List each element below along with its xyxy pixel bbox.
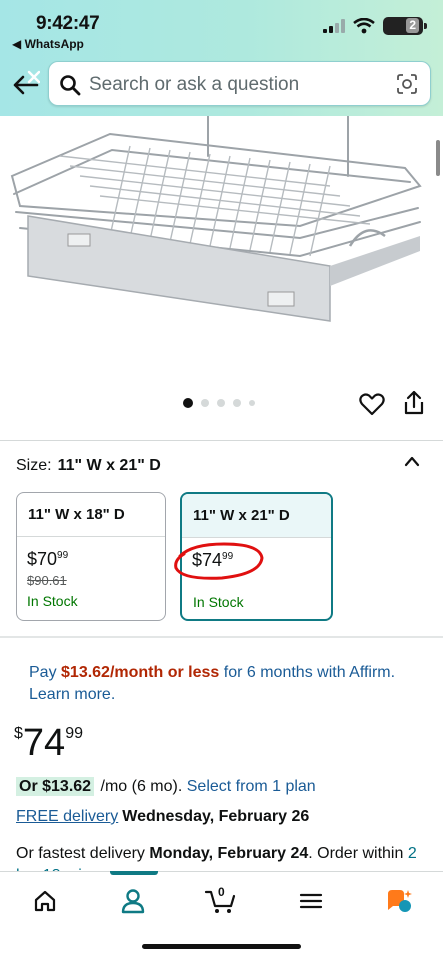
price-currency: $ <box>14 725 23 742</box>
size-option-price: $7099 <box>27 549 68 570</box>
size-selected-value: 11" W x 21" D <box>57 457 161 474</box>
size-option-name: 11" W x 21" D <box>182 494 331 538</box>
wire-basket-drawing <box>10 115 422 322</box>
camera-lens-icon[interactable] <box>396 73 418 95</box>
product-image[interactable] <box>0 115 443 391</box>
stock-status: In Stock <box>193 594 244 610</box>
back-to-whatsapp[interactable]: ◀ WhatsApp <box>12 37 84 51</box>
chevron-up-icon[interactable] <box>403 454 421 468</box>
share-icon[interactable] <box>401 389 427 417</box>
rufus-assistant-icon[interactable] <box>384 886 414 916</box>
price-fraction: 99 <box>57 550 69 561</box>
size-label: Size: <box>16 457 52 474</box>
fastest-post: . Order within <box>308 845 408 862</box>
battery-level: 2 <box>406 18 419 33</box>
list-price: $90.61 <box>27 573 67 588</box>
delivery-date: Wednesday, February 26 <box>122 808 310 825</box>
status-icons: 2 <box>323 17 427 35</box>
home-icon[interactable] <box>30 886 60 916</box>
affirm-financing-link[interactable]: Pay $13.62/month or less for 6 months wi… <box>29 662 429 706</box>
red-annotation-circle <box>174 542 264 580</box>
heart-icon[interactable] <box>358 390 386 418</box>
price-whole: $70 <box>27 549 58 569</box>
home-indicator <box>142 944 301 949</box>
back-arrow-icon[interactable] <box>10 70 40 100</box>
scroll-indicator <box>436 140 440 176</box>
fastest-date: Monday, February 24 <box>149 845 309 862</box>
monthly-plan: Or $13.62 /mo (6 mo). Select from 1 plan <box>16 777 316 796</box>
size-option-name: 11" W x 18" D <box>17 493 165 537</box>
size-label-row: Size: 11" W x 21" D <box>16 457 161 475</box>
app-header: 9:42:47 ◀ WhatsApp 2 Search or ask a que… <box>0 0 443 116</box>
pager-dot[interactable] <box>217 399 225 407</box>
free-delivery-link[interactable]: FREE delivery <box>16 808 118 825</box>
affirm-pre: Pay <box>29 664 62 681</box>
pager-dot[interactable] <box>201 399 209 407</box>
price-fraction: 99 <box>65 725 83 742</box>
menu-icon[interactable] <box>296 886 326 916</box>
delivery-info: FREE delivery Wednesday, February 26 <box>16 808 309 826</box>
signal-icon <box>323 19 345 33</box>
size-option-18[interactable]: 11" W x 18" D $7099 $90.61 In Stock <box>16 492 166 621</box>
divider <box>0 440 443 441</box>
product-price: $7499 <box>14 722 83 765</box>
price-whole: 74 <box>22 722 66 764</box>
monthly-term: /mo (6 mo). <box>96 778 187 795</box>
monthly-amount: Or $13.62 <box>16 777 95 796</box>
cart-count: 0 <box>218 885 225 899</box>
search-bar[interactable]: Search or ask a question <box>48 61 431 106</box>
affirm-amount: $13.62/month or less <box>61 664 220 681</box>
fastest-pre: Or fastest delivery <box>16 845 150 862</box>
image-pager[interactable] <box>183 398 255 408</box>
search-icon <box>60 75 81 96</box>
stock-status: In Stock <box>27 593 78 609</box>
search-input[interactable]: Search or ask a question <box>89 74 299 96</box>
wifi-icon <box>353 18 375 34</box>
active-tab-indicator <box>110 871 158 875</box>
pager-dot[interactable] <box>233 399 241 407</box>
status-time: 9:42:47 <box>36 13 100 34</box>
pager-dot[interactable] <box>183 398 193 408</box>
account-icon[interactable] <box>118 886 148 916</box>
divider <box>0 636 443 638</box>
pager-dot[interactable] <box>249 400 255 406</box>
battery-icon: 2 <box>383 17 427 35</box>
select-plan-link[interactable]: Select from 1 plan <box>187 778 316 795</box>
